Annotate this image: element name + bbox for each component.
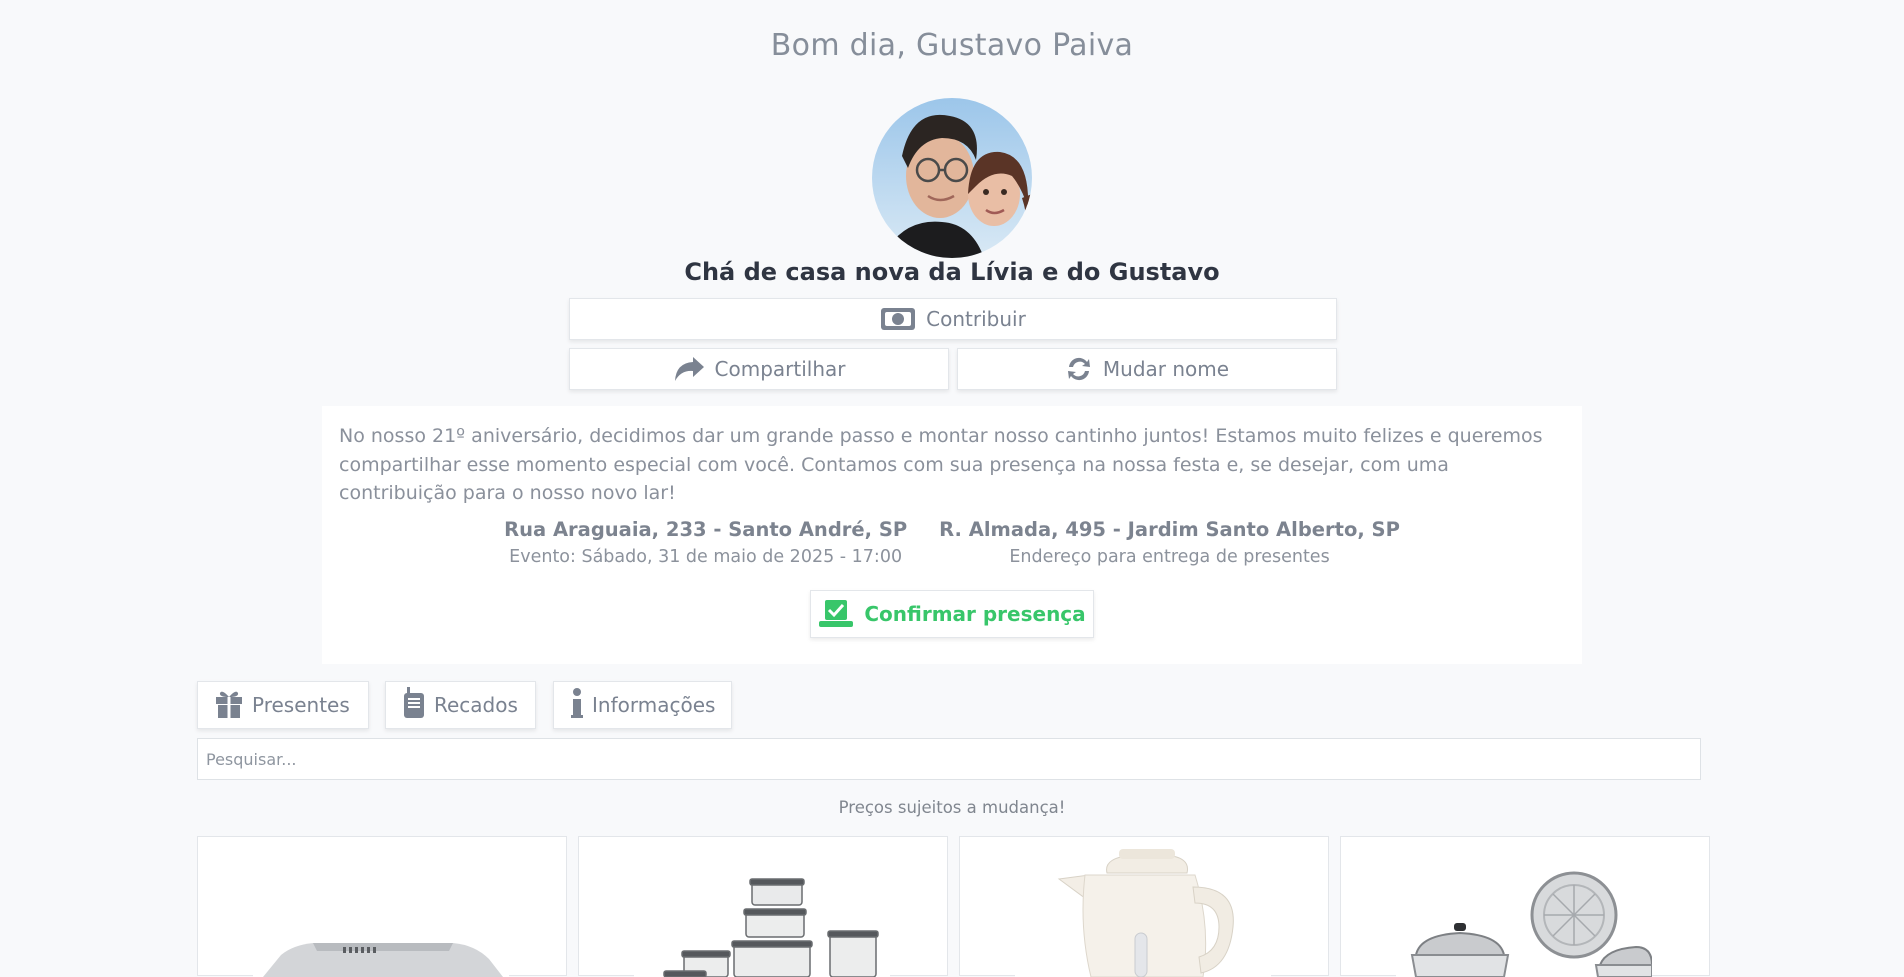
refresh-icon: [1065, 355, 1093, 383]
range-hood-image: [253, 847, 509, 977]
food-containers-image: [634, 847, 890, 977]
tab-messages[interactable]: Recados: [385, 681, 536, 729]
delivery-address-title: R. Almada, 495 - Jardim Santo Alberto, S…: [939, 518, 1400, 541]
price-disclaimer: Preços sujeitos a mudança!: [838, 798, 1066, 817]
contribute-label: Contribuir: [926, 307, 1026, 331]
tab-info-label: Informações: [592, 693, 716, 717]
event-title: Chá de casa nova da Lívia e do Gustavo: [684, 258, 1220, 286]
confirm-presence-button[interactable]: Confirmar presença: [810, 590, 1094, 638]
delivery-address-subtitle: Endereço para entrega de presentes: [1009, 547, 1330, 567]
product-card[interactable]: [197, 836, 567, 977]
share-arrow-icon: [673, 355, 705, 383]
confirm-presence-label: Confirmar presença: [864, 602, 1086, 626]
rename-label: Mudar nome: [1102, 357, 1230, 381]
product-card[interactable]: [578, 836, 948, 977]
electric-kettle-image: [1015, 847, 1271, 977]
event-address-subtitle: Evento: Sábado, 31 de maio de 2025 - 17:…: [509, 547, 903, 567]
event-info-card: No nosso 21º aniversário, decidimos dar …: [322, 406, 1582, 664]
delivery-address: R. Almada, 495 - Jardim Santo Alberto, S…: [939, 518, 1400, 567]
share-label: Compartilhar: [714, 357, 846, 381]
share-button[interactable]: Compartilhar: [569, 348, 949, 390]
couple-avatar: [872, 98, 1032, 258]
search-input[interactable]: [197, 738, 1701, 780]
calendar-check-icon: [818, 599, 854, 629]
addresses-row: Rua Araguaia, 233 - Santo André, SP Even…: [322, 518, 1582, 567]
tab-messages-label: Recados: [434, 693, 518, 717]
contribute-button[interactable]: Contribuir: [569, 298, 1337, 340]
product-card[interactable]: [959, 836, 1329, 977]
product-card[interactable]: [1340, 836, 1710, 977]
money-bill-icon: [880, 306, 916, 332]
event-address: Rua Araguaia, 233 - Santo André, SP Even…: [504, 518, 907, 567]
rename-button[interactable]: Mudar nome: [957, 348, 1337, 390]
info-icon: [570, 687, 584, 724]
event-description: No nosso 21º aniversário, decidimos dar …: [339, 425, 1543, 504]
cookware-set-image: [1396, 847, 1652, 977]
tab-presents-label: Presentes: [252, 693, 350, 717]
tab-presents[interactable]: Presentes: [197, 681, 369, 729]
event-address-title: Rua Araguaia, 233 - Santo André, SP: [504, 518, 908, 541]
greeting-title: Bom dia, Gustavo Paiva: [770, 28, 1134, 63]
walkie-talkie-icon: [402, 686, 426, 724]
tab-info[interactable]: Informações: [553, 681, 732, 729]
gift-icon: [214, 687, 244, 724]
